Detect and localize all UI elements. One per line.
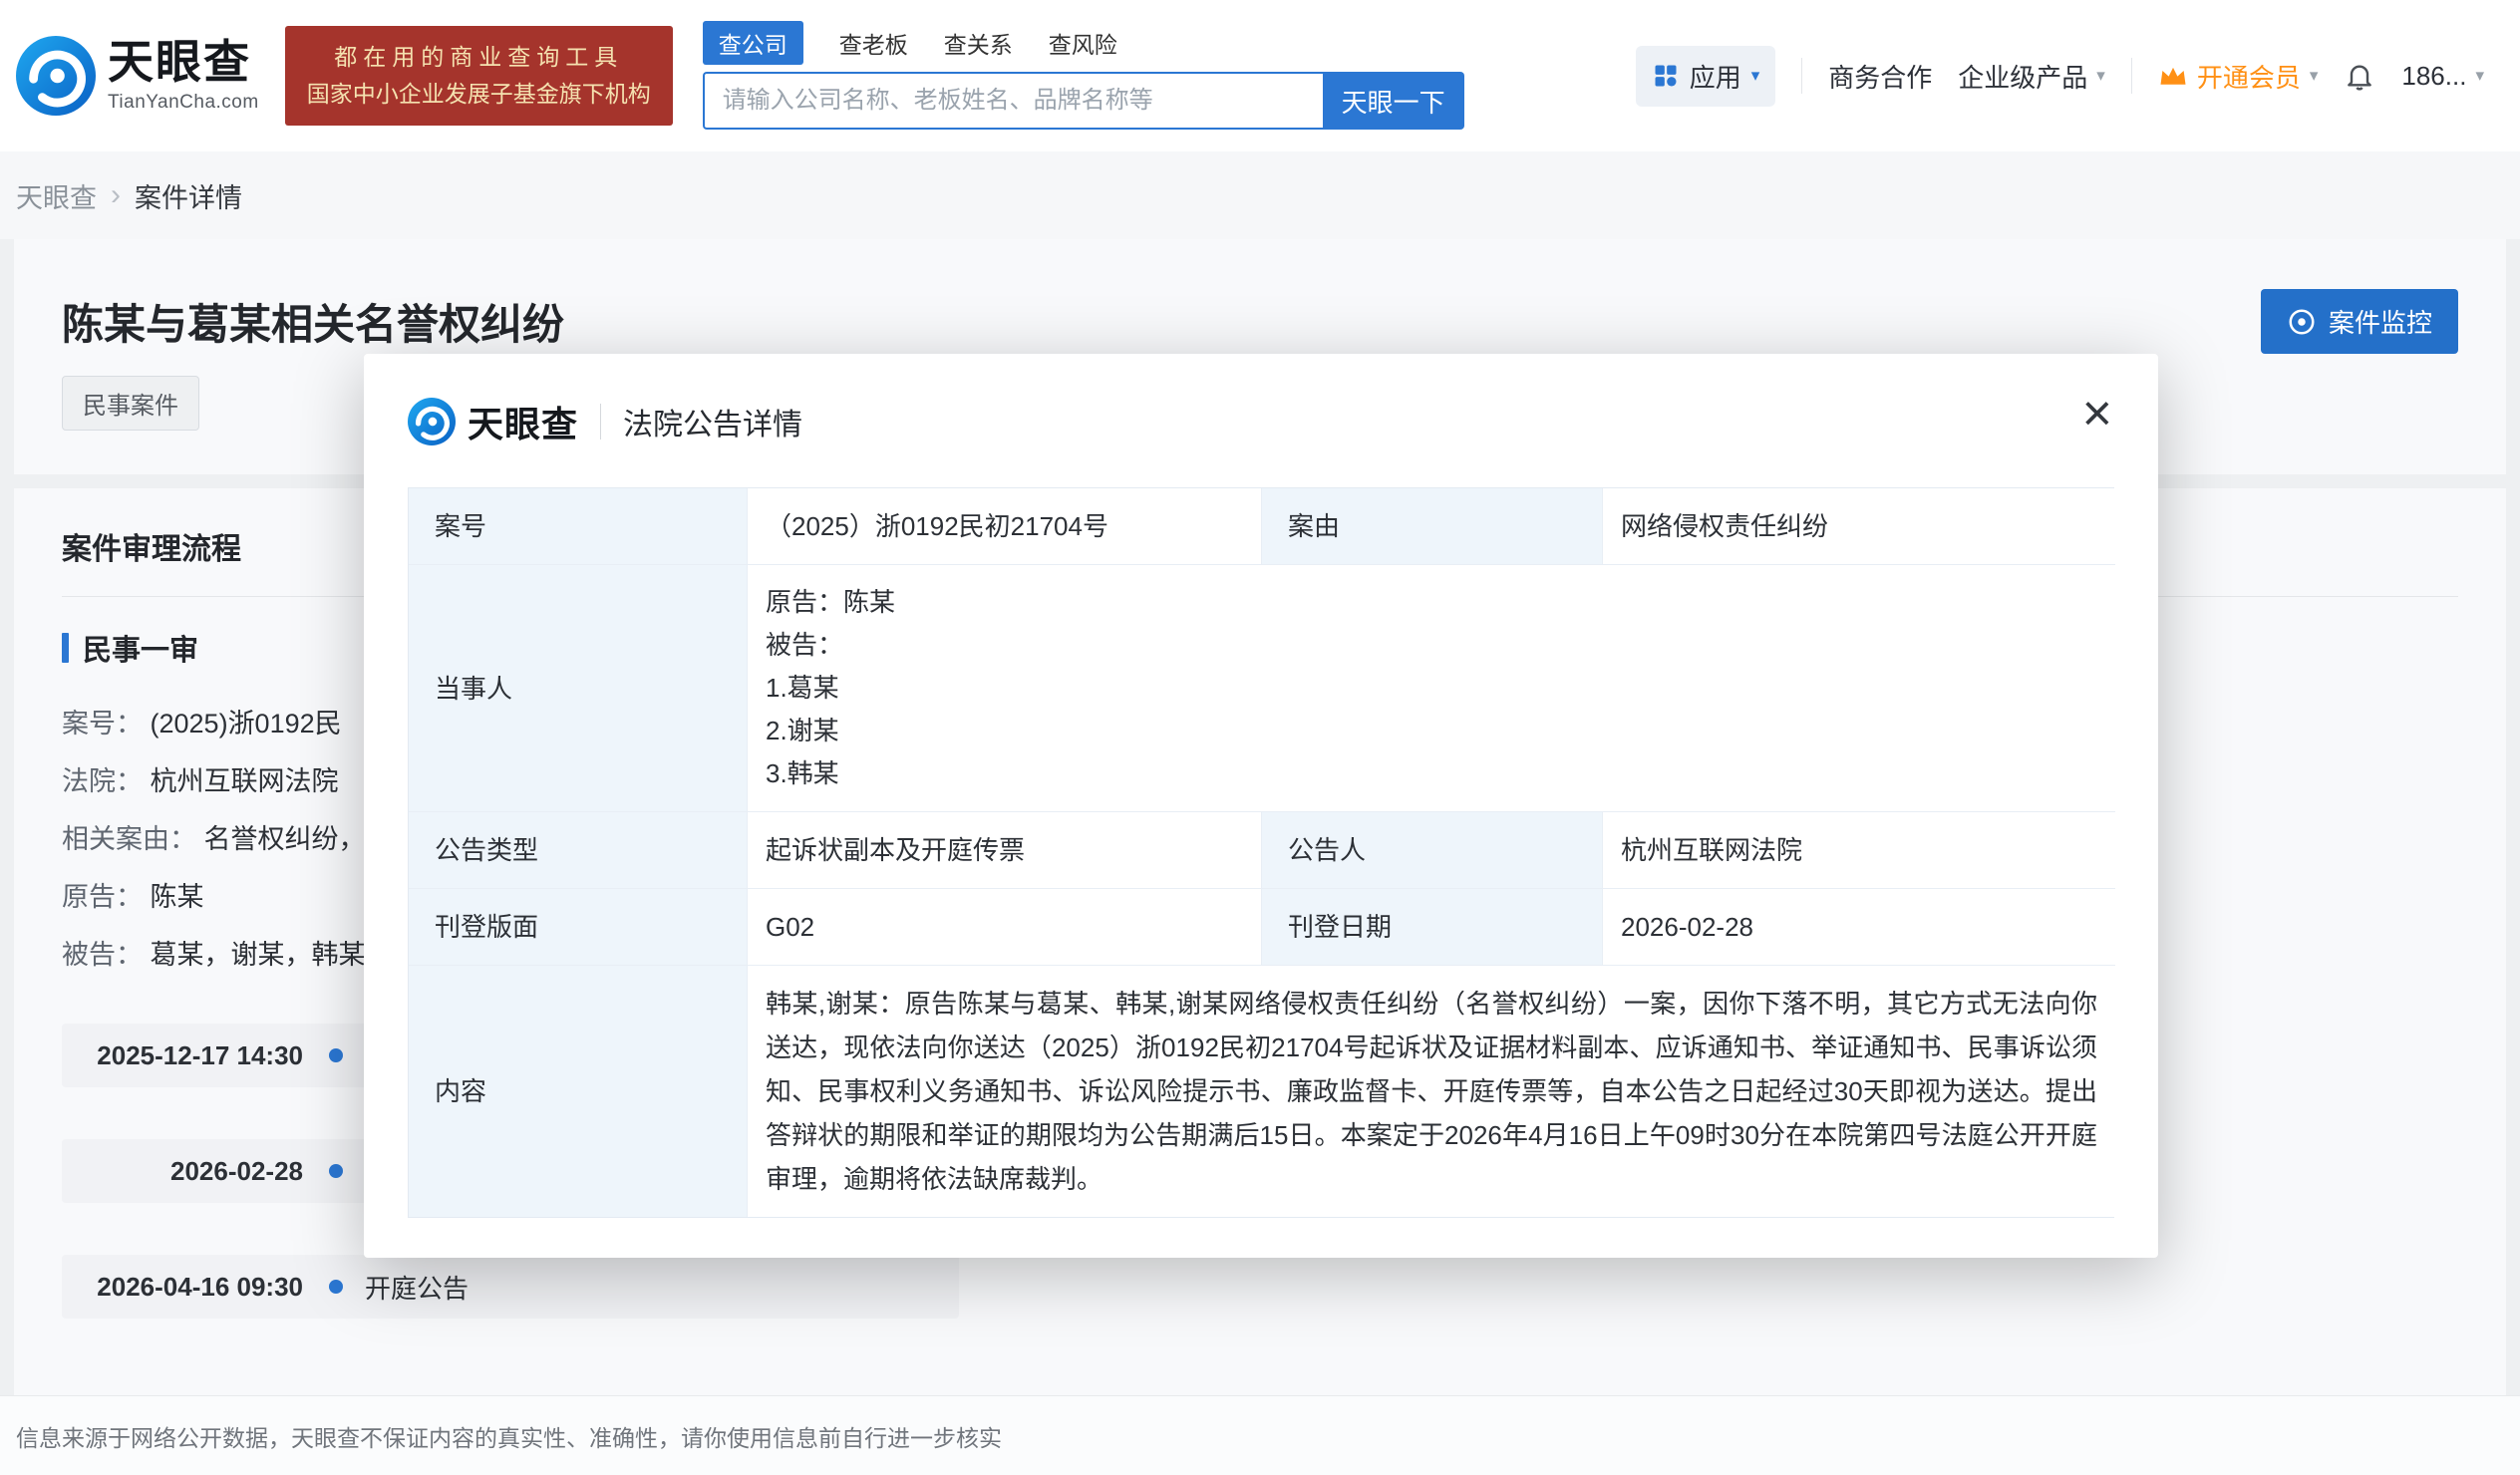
case-type-badge: 民事案件 — [62, 376, 199, 431]
promo-banner: 都在用的商业查询工具 国家中小企业发展子基金旗下机构 — [285, 26, 673, 126]
tab-search-boss[interactable]: 查老板 — [839, 21, 908, 65]
modal-header: 天眼查 法院公告详情 × — [364, 354, 2158, 447]
case-no-value: （2025）浙0192民初21704号 — [748, 488, 1262, 565]
announcement-table: 案号 （2025）浙0192民初21704号 案由 网络侵权责任纠纷 当事人 原… — [408, 487, 2114, 1218]
party-line: 原告：陈某 — [766, 581, 895, 624]
search-area: 查公司 查老板 查关系 查风险 天眼一下 — [703, 22, 1464, 130]
account-label: 186... — [2401, 61, 2466, 92]
field-label: 法院： — [62, 766, 143, 796]
grid-apps-icon — [1652, 62, 1680, 90]
notifications-button[interactable] — [2344, 60, 2375, 92]
tab-search-risk[interactable]: 查风险 — [1049, 21, 1117, 65]
field-label: 原告： — [62, 882, 143, 912]
court-announcement-modal: 天眼查 法院公告详情 × 案号 （2025）浙0192民初21704号 案由 网… — [364, 354, 2158, 1258]
brand-domain: TianYanCha.com — [108, 92, 259, 114]
bell-icon — [2344, 60, 2375, 92]
apps-menu[interactable]: 应用 ▾ — [1636, 46, 1776, 107]
field-value: (2025)浙0192民 — [151, 709, 342, 738]
tianyancha-eye-logo-icon — [408, 398, 456, 445]
search-button[interactable]: 天眼一下 — [1323, 72, 1464, 130]
search-input[interactable] — [703, 72, 1323, 130]
nav-business-cooperation[interactable]: 商务合作 — [1828, 58, 1932, 95]
page-title: 陈某与葛某相关名誉权纠纷 — [62, 291, 564, 352]
apps-label: 应用 — [1690, 58, 1741, 95]
announce-type-value: 起诉状副本及开庭传票 — [748, 812, 1262, 889]
content-value: 韩某,谢某：原告陈某与葛某、韩某,谢某网络侵权责任纠纷（名誉权纠纷）一案，因你下… — [748, 966, 2115, 1217]
breadcrumb: 天眼查 › 案件详情 — [0, 151, 2520, 239]
timeline-date: 2026-04-16 09:30 — [62, 1272, 303, 1303]
case-monitor-label: 案件监控 — [2329, 303, 2432, 340]
breadcrumb-current: 案件详情 — [135, 176, 242, 215]
party-line: 被告： — [766, 624, 895, 667]
party-line: 3.韩某 — [766, 752, 895, 795]
top-header: 天眼查 TianYanCha.com 都在用的商业查询工具 国家中小企业发展子基… — [0, 0, 2520, 151]
party-line: 1.葛某 — [766, 667, 895, 710]
announce-type-label: 公告类型 — [409, 812, 748, 889]
timeline-date: 2025-12-17 14:30 — [62, 1040, 303, 1071]
header-nav: 应用 ▾ 商务合作 企业级产品 ▾ 开通会员 ▾ — [1636, 46, 2484, 107]
field-value: 杭州互联网法院 — [151, 766, 339, 796]
content-text: 韩某,谢某：原告陈某与葛某、韩某,谢某网络侵权责任纠纷（名誉权纠纷）一案，因你下… — [766, 982, 2097, 1201]
breadcrumb-home-link[interactable]: 天眼查 — [16, 176, 97, 215]
stage-label: 民事一审 — [83, 627, 198, 669]
timeline-row[interactable]: 2026-04-16 09:30 开庭公告 — [62, 1255, 959, 1319]
cause-label: 案由 — [1262, 488, 1603, 565]
nav-divider — [2131, 58, 2132, 94]
site-logo[interactable]: 天眼查 TianYanCha.com — [16, 36, 259, 116]
stage-accent-bar — [62, 633, 69, 663]
modal-brand: 天眼查 — [468, 396, 578, 447]
nav-enterprise-products[interactable]: 企业级产品 ▾ — [1958, 58, 2105, 95]
disclaimer-text: 信息来源于网络公开数据，天眼查不保证内容的真实性、准确性，请你使用信息前自行进一… — [16, 1419, 1002, 1453]
search-tabs: 查公司 查老板 查关系 查风险 — [703, 22, 1464, 64]
party-line: 2.谢某 — [766, 710, 895, 752]
field-label: 相关案由： — [62, 824, 196, 854]
field-value: 陈某 — [151, 882, 204, 912]
footer-disclaimer: 信息来源于网络公开数据，天眼查不保证内容的真实性、准确性，请你使用信息前自行进一… — [0, 1395, 2520, 1475]
tab-search-company[interactable]: 查公司 — [703, 21, 803, 65]
cause-value: 网络侵权责任纠纷 — [1603, 488, 2115, 565]
nav-open-vip[interactable]: 开通会员 ▾ — [2158, 58, 2319, 95]
brand-name: 天眼查 — [108, 39, 259, 85]
timeline-label: 开庭公告 — [365, 1269, 469, 1306]
announcer-value: 杭州互联网法院 — [1603, 812, 2115, 889]
field-label: 被告： — [62, 940, 143, 970]
close-icon[interactable]: × — [2082, 388, 2112, 440]
party-label: 当事人 — [409, 565, 748, 812]
promo-line-2: 国家中小企业发展子基金旗下机构 — [307, 76, 651, 113]
promo-line-1: 都在用的商业查询工具 — [307, 39, 651, 76]
case-no-label: 案号 — [409, 488, 748, 565]
monitor-icon — [2287, 307, 2317, 337]
timeline-dot-icon — [329, 1164, 343, 1178]
vip-label: 开通会员 — [2197, 58, 2301, 95]
tianyancha-eye-logo-icon — [16, 36, 96, 116]
account-menu[interactable]: 186... ▾ — [2401, 61, 2484, 92]
edition-value: G02 — [748, 889, 1262, 966]
case-monitor-button[interactable]: 案件监控 — [2261, 289, 2458, 354]
chevron-down-icon: ▾ — [2096, 66, 2105, 86]
crown-icon — [2158, 64, 2188, 88]
chevron-down-icon: ▾ — [2475, 66, 2484, 86]
field-value: 葛某，谢某，韩某 — [151, 940, 366, 970]
party-value: 原告：陈某 被告： 1.葛某 2.谢某 3.韩某 — [748, 565, 2115, 812]
nav-divider — [1801, 58, 1802, 94]
chevron-down-icon: ▾ — [2310, 66, 2319, 86]
timeline-dot-icon — [329, 1048, 343, 1062]
announcer-label: 公告人 — [1262, 812, 1603, 889]
chevron-down-icon: ▾ — [1751, 66, 1760, 86]
timeline-dot-icon — [329, 1280, 343, 1294]
modal-title: 法院公告详情 — [623, 400, 802, 443]
field-label: 案号： — [62, 709, 143, 738]
breadcrumb-chevron-icon: › — [111, 178, 121, 212]
pub-date-label: 刊登日期 — [1262, 889, 1603, 966]
modal-header-divider — [600, 404, 601, 440]
enterprise-label: 企业级产品 — [1958, 58, 2087, 95]
edition-label: 刊登版面 — [409, 889, 748, 966]
content-label: 内容 — [409, 966, 748, 1217]
business-label: 商务合作 — [1828, 58, 1932, 95]
pub-date-value: 2026-02-28 — [1603, 889, 2115, 966]
timeline-date: 2026-02-28 — [62, 1156, 303, 1187]
tab-search-relation[interactable]: 查关系 — [944, 21, 1013, 65]
